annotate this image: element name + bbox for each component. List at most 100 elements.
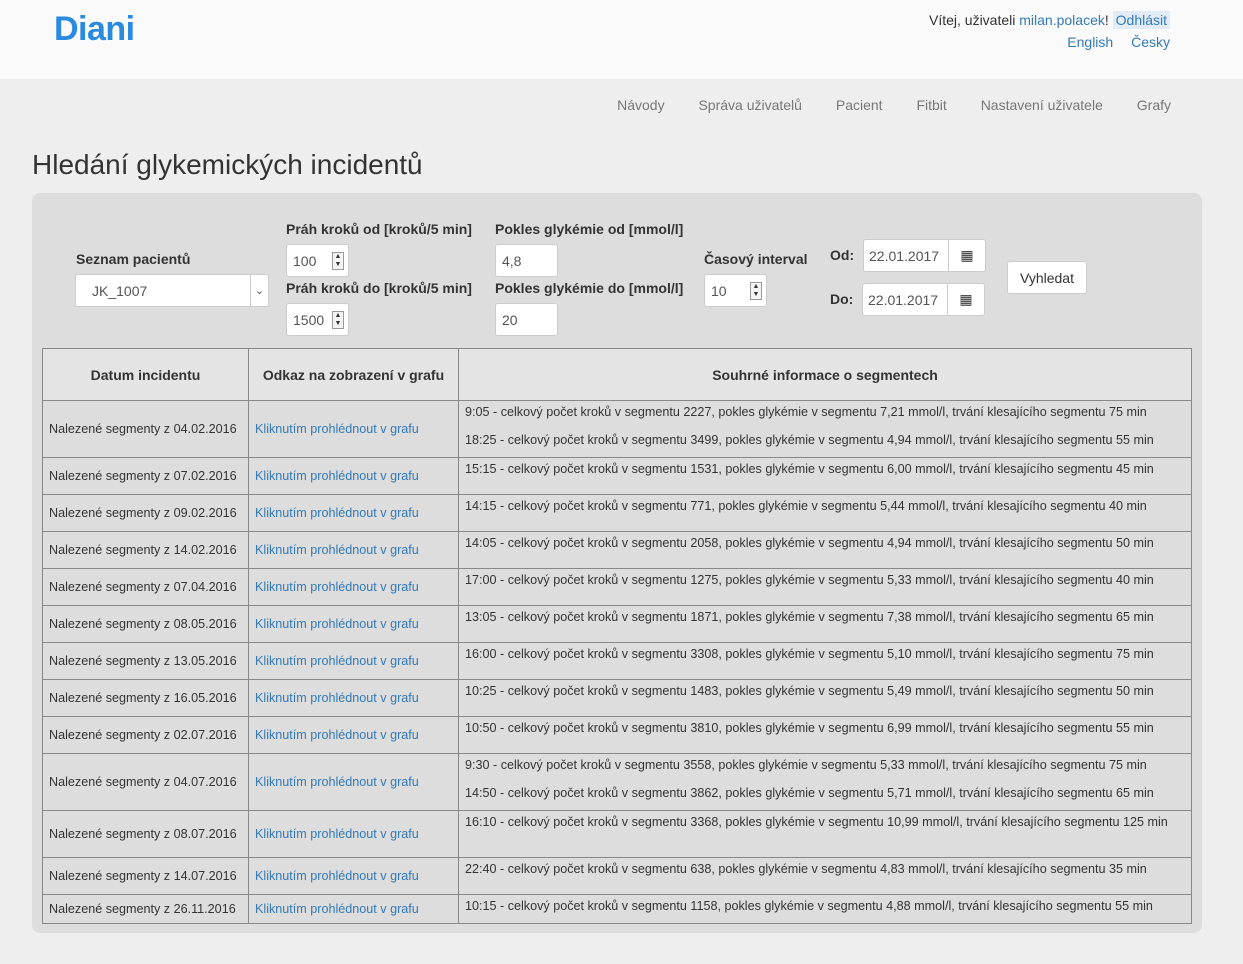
calendar-icon[interactable]: ▦ — [948, 239, 986, 272]
table-row: Nalezené segmenty z 02.07.2016 Kliknutím … — [42, 716, 1192, 754]
spinner-icon[interactable]: ▲ ▼ — [750, 282, 762, 300]
table-row: Nalezené segmenty z 13.05.2016 Kliknutím … — [42, 642, 1192, 680]
interval-label: Časový interval — [704, 251, 808, 267]
interval-input[interactable]: 10 ▲ ▼ — [704, 274, 767, 307]
segment-info: 10:25 - celkový počet kroků v segmentu 1… — [458, 679, 1192, 717]
col-header-link: Odkaz na zobrazení v grafu — [248, 348, 459, 401]
view-in-graph-link[interactable]: Kliknutím prohlédnout v grafu — [255, 827, 419, 841]
segment-summary: 14:50 - celkový počet kroků v segmentu 3… — [465, 786, 1154, 800]
graph-link-cell: Kliknutím prohlédnout v grafu — [248, 716, 459, 754]
graph-link-cell: Kliknutím prohlédnout v grafu — [248, 400, 459, 458]
glyc-to-value: 20 — [502, 311, 518, 328]
view-in-graph-link[interactable]: Kliknutím prohlédnout v grafu — [255, 422, 419, 436]
segment-summary: 15:15 - celkový počet kroků v segmentu 1… — [465, 462, 1154, 476]
segment-info: 14:05 - celkový počet kroků v segmentu 2… — [458, 531, 1192, 569]
patient-select[interactable]: JK_1007 ⌄ — [75, 274, 269, 307]
date-from-input[interactable]: 22.01.2017 — [863, 239, 949, 272]
segment-info: 9:30 - celkový počet kroků v segmentu 35… — [458, 753, 1192, 811]
lang-english[interactable]: English — [1067, 34, 1113, 50]
incident-date: Nalezené segmenty z 08.07.2016 — [42, 810, 249, 858]
table-row: Nalezené segmenty z 08.05.2016 Kliknutím … — [42, 605, 1192, 643]
view-in-graph-link[interactable]: Kliknutím prohlédnout v grafu — [255, 728, 419, 742]
view-in-graph-link[interactable]: Kliknutím prohlédnout v grafu — [255, 902, 419, 916]
view-in-graph-link[interactable]: Kliknutím prohlédnout v grafu — [255, 654, 419, 668]
username-link[interactable]: milan.polacek — [1019, 12, 1105, 28]
results-table: Datum incidentu Odkaz na zobrazení v gra… — [42, 348, 1192, 924]
glyc-to-input[interactable]: 20 — [495, 303, 558, 336]
spinner-icon[interactable]: ▲ ▼ — [332, 311, 344, 329]
view-in-graph-link[interactable]: Kliknutím prohlédnout v grafu — [255, 506, 419, 520]
steps-from-value: 100 — [293, 252, 317, 269]
segment-summary: 18:25 - celkový počet kroků v segmentu 3… — [465, 433, 1154, 447]
spinner-icon[interactable]: ▲ ▼ — [332, 252, 344, 270]
incident-date: Nalezené segmenty z 16.05.2016 — [42, 679, 249, 717]
steps-to-input[interactable]: 1500 ▲ ▼ — [286, 303, 349, 336]
table-row: Nalezené segmenty z 04.02.2016 Kliknutím … — [42, 400, 1192, 458]
nav-navody[interactable]: Návody — [617, 97, 664, 113]
search-panel: Seznam pacientů JK_1007 ⌄ Práh kroků od … — [32, 193, 1202, 933]
incident-date: Nalezené segmenty z 09.02.2016 — [42, 494, 249, 532]
table-row: Nalezené segmenty z 07.04.2016 Kliknutím … — [42, 568, 1192, 606]
segment-info: 14:15 - celkový počet kroků v segmentu 7… — [458, 494, 1192, 532]
segment-summary: 14:05 - celkový počet kroků v segmentu 2… — [465, 536, 1154, 550]
glyc-to-label: Pokles glykémie do [mmol/l] — [495, 280, 684, 296]
segment-info: 13:05 - celkový počet kroků v segmentu 1… — [458, 605, 1192, 643]
nav-grafy[interactable]: Grafy — [1137, 97, 1171, 113]
patient-list-label: Seznam pacientů — [76, 251, 191, 267]
steps-from-label: Práh kroků od [kroků/5 min] — [286, 221, 472, 237]
col-header-info: Souhrné informace o segmentech — [458, 348, 1192, 401]
top-header: Diani Vítej, uživateli milan.polacek! Od… — [0, 0, 1243, 79]
nav-nastaveni-uzivatele[interactable]: Nastavení uživatele — [981, 97, 1103, 113]
table-body: Nalezené segmenty z 04.02.2016 Kliknutím … — [42, 400, 1192, 924]
segment-summary: 9:05 - celkový počet kroků v segmentu 22… — [465, 405, 1147, 419]
glyc-from-label: Pokles glykémie od [mmol/l] — [495, 221, 684, 237]
language-switcher: English Česky — [929, 34, 1170, 50]
date-to-value: 22.01.2017 — [868, 291, 939, 308]
nav-fitbit[interactable]: Fitbit — [916, 97, 946, 113]
logout-link[interactable]: Odhlásit — [1112, 11, 1170, 29]
segment-info: 10:50 - celkový počet kroků v segmentu 3… — [458, 716, 1192, 754]
segment-summary: 10:50 - celkový počet kroků v segmentu 3… — [465, 721, 1154, 735]
view-in-graph-link[interactable]: Kliknutím prohlédnout v grafu — [255, 869, 419, 883]
view-in-graph-link[interactable]: Kliknutím prohlédnout v grafu — [255, 580, 419, 594]
welcome-suffix: ! — [1104, 12, 1113, 28]
view-in-graph-link[interactable]: Kliknutím prohlédnout v grafu — [255, 469, 419, 483]
segment-info: 22:40 - celkový počet kroků v segmentu 6… — [458, 857, 1192, 895]
view-in-graph-link[interactable]: Kliknutím prohlédnout v grafu — [255, 775, 419, 789]
glyc-from-input[interactable]: 4,8 — [495, 244, 558, 277]
nav-sprava-uzivatelu[interactable]: Správa uživatelů — [698, 97, 802, 113]
patient-select-value: JK_1007 — [92, 282, 148, 299]
date-from-value: 22.01.2017 — [869, 247, 940, 264]
graph-link-cell: Kliknutím prohlédnout v grafu — [248, 810, 459, 858]
segment-info: 17:00 - celkový počet kroků v segmentu 1… — [458, 568, 1192, 606]
chevron-down-icon: ⌄ — [250, 275, 268, 306]
table-row: Nalezené segmenty z 16.05.2016 Kliknutím … — [42, 679, 1192, 717]
incident-date: Nalezené segmenty z 04.07.2016 — [42, 753, 249, 811]
calendar-icon[interactable]: ▦ — [947, 283, 985, 316]
steps-from-input[interactable]: 100 ▲ ▼ — [286, 244, 349, 277]
welcome-prefix: Vítej, uživateli — [928, 12, 1020, 28]
search-button[interactable]: Vyhledat — [1007, 261, 1087, 294]
graph-link-cell: Kliknutím prohlédnout v grafu — [248, 857, 459, 895]
date-to-input[interactable]: 22.01.2017 — [862, 283, 948, 316]
table-row: Nalezené segmenty z 09.02.2016 Kliknutím … — [42, 494, 1192, 532]
segment-summary: 22:40 - celkový počet kroků v segmentu 6… — [465, 862, 1147, 876]
table-row: Nalezené segmenty z 07.02.2016 Kliknutím … — [42, 457, 1192, 495]
app-logo[interactable]: Diani — [54, 10, 135, 49]
welcome-line: Vítej, uživateli milan.polacek! Odhlásit — [928, 11, 1170, 29]
view-in-graph-link[interactable]: Kliknutím prohlédnout v grafu — [255, 691, 419, 705]
graph-link-cell: Kliknutím prohlédnout v grafu — [248, 894, 459, 924]
interval-value: 10 — [711, 282, 727, 299]
date-to-label: Do: — [830, 291, 854, 307]
nav-pacient[interactable]: Pacient — [836, 97, 883, 113]
lang-czech[interactable]: Česky — [1131, 34, 1170, 50]
segment-summary: 16:00 - celkový počet kroků v segmentu 3… — [465, 647, 1154, 661]
table-row: Nalezené segmenty z 14.02.2016 Kliknutím … — [42, 531, 1192, 569]
col-header-date: Datum incidentu — [42, 348, 249, 401]
table-row: Nalezené segmenty z 08.07.2016 Kliknutím … — [42, 810, 1192, 858]
view-in-graph-link[interactable]: Kliknutím prohlédnout v grafu — [255, 617, 419, 631]
graph-link-cell: Kliknutím prohlédnout v grafu — [248, 568, 459, 606]
segment-info: 15:15 - celkový počet kroků v segmentu 1… — [458, 457, 1192, 495]
view-in-graph-link[interactable]: Kliknutím prohlédnout v grafu — [255, 543, 419, 557]
table-header-row: Datum incidentu Odkaz na zobrazení v gra… — [42, 348, 1192, 401]
